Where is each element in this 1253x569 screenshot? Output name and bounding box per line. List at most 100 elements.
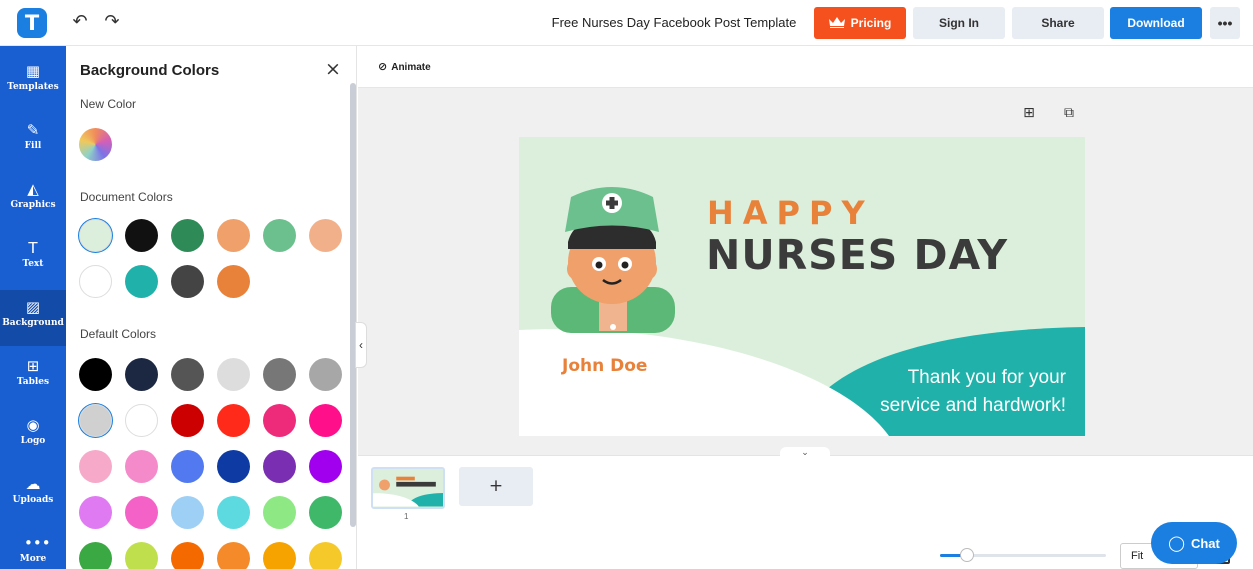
collapse-panel-button[interactable]: ‹ — [355, 322, 367, 368]
background-icon: ▨ — [25, 298, 41, 316]
duplicate-icon[interactable]: ⧉ — [1060, 104, 1078, 122]
editor-app: T ↶ ↷ Free Nurses Day Facebook Post Temp… — [0, 0, 1253, 569]
thank-you-line-2: service and hardwork! — [880, 395, 1066, 416]
color-swatch[interactable] — [79, 358, 112, 391]
color-swatch[interactable] — [217, 496, 250, 529]
color-swatch[interactable] — [125, 542, 158, 569]
color-swatch[interactable] — [217, 404, 250, 437]
logo-icon: ◉ — [26, 416, 40, 434]
color-swatch[interactable] — [217, 219, 250, 252]
color-swatch[interactable] — [125, 358, 158, 391]
crown-icon — [828, 17, 845, 28]
color-swatch[interactable] — [309, 450, 342, 483]
color-swatch[interactable] — [171, 358, 204, 391]
sidebar-item-label: Uploads — [12, 495, 54, 505]
sidebar-item-label: Background — [2, 318, 64, 328]
page-thumbnail[interactable] — [371, 467, 445, 509]
color-swatch[interactable] — [171, 404, 204, 437]
document-colors-label: Document Colors — [80, 190, 173, 204]
color-swatch[interactable] — [309, 496, 342, 529]
color-swatch[interactable] — [79, 219, 112, 252]
templates-icon: ▦ — [25, 62, 41, 80]
redo-icon[interactable]: ↷ — [101, 9, 123, 35]
upload-icon: ☁ — [25, 475, 41, 493]
close-icon[interactable]: × — [322, 58, 344, 80]
headline-happy[interactable]: HAPPY — [707, 194, 874, 232]
color-swatch[interactable] — [309, 219, 342, 252]
color-swatch[interactable] — [263, 358, 296, 391]
color-swatch[interactable] — [125, 404, 158, 437]
name-text[interactable]: John Doe — [562, 356, 647, 376]
color-swatch[interactable] — [125, 450, 158, 483]
more-icon: ••• — [24, 534, 51, 552]
sign-in-button[interactable]: Sign In — [913, 7, 1005, 39]
chat-button[interactable]: ◯ Chat — [1151, 522, 1237, 564]
color-swatch[interactable] — [217, 358, 250, 391]
pricing-button[interactable]: Pricing — [814, 7, 906, 39]
color-swatch[interactable] — [263, 542, 296, 569]
color-swatch[interactable] — [171, 219, 204, 252]
sidebar-item-uploads[interactable]: ☁ Uploads — [0, 467, 66, 523]
color-swatch[interactable] — [171, 450, 204, 483]
sidebar-item-label: Graphics — [10, 200, 56, 210]
new-color-picker[interactable] — [79, 128, 112, 161]
color-swatch[interactable] — [263, 404, 296, 437]
logo-icon[interactable]: T — [17, 8, 47, 38]
animate-button[interactable]: ⊘ Animate — [378, 60, 431, 73]
color-swatch[interactable] — [171, 265, 204, 298]
color-swatch[interactable] — [217, 542, 250, 569]
chevron-down-icon[interactable]: ⌄ — [780, 447, 830, 459]
color-swatch[interactable] — [309, 404, 342, 437]
default-colors-label: Default Colors — [80, 327, 157, 341]
panel-scrollbar[interactable] — [350, 83, 356, 527]
sidebar-item-label: Templates — [7, 82, 59, 92]
sidebar-item-fill[interactable]: ✎ Fill — [0, 113, 66, 169]
undo-icon[interactable]: ↶ — [69, 9, 91, 35]
sidebar-item-label: Text — [22, 259, 44, 269]
headline-nurses-day[interactable]: NURSES DAY — [706, 231, 1008, 279]
color-swatch[interactable] — [125, 265, 158, 298]
nurse-illustration — [551, 187, 675, 333]
color-swatch[interactable] — [217, 265, 250, 298]
sidebar-item-more[interactable]: ••• More — [0, 526, 66, 569]
zoom-slider-handle[interactable] — [960, 548, 974, 562]
color-swatch[interactable] — [217, 450, 250, 483]
color-swatch[interactable] — [309, 542, 342, 569]
text-icon: T — [28, 239, 38, 257]
add-page-button[interactable]: + — [459, 467, 533, 506]
color-swatch[interactable] — [125, 496, 158, 529]
color-swatch[interactable] — [125, 219, 158, 252]
shapes-icon: ◭ — [27, 180, 39, 198]
color-swatch[interactable] — [79, 542, 112, 569]
color-swatch[interactable] — [79, 450, 112, 483]
download-button[interactable]: Download — [1110, 7, 1202, 39]
sidebar-item-background[interactable]: ▨ Background — [0, 290, 66, 346]
sidebar-item-label: Fill — [24, 141, 42, 151]
color-swatch[interactable] — [263, 219, 296, 252]
color-swatch[interactable] — [171, 496, 204, 529]
left-sidebar: ▦ Templates ✎ Fill ◭ Graphics T Text ▨ B… — [0, 46, 66, 569]
sidebar-item-text[interactable]: T Text — [0, 231, 66, 287]
add-page-icon[interactable]: ⊞ — [1020, 104, 1038, 122]
more-options-button[interactable]: ••• — [1210, 7, 1240, 39]
color-swatch[interactable] — [263, 496, 296, 529]
color-swatch[interactable] — [79, 496, 112, 529]
page-number: 1 — [404, 512, 409, 521]
document-title[interactable]: Free Nurses Day Facebook Post Template — [540, 15, 808, 30]
sidebar-item-label: More — [19, 554, 47, 564]
animate-icon: ⊘ — [378, 60, 388, 73]
sidebar-item-graphics[interactable]: ◭ Graphics — [0, 172, 66, 228]
sidebar-item-tables[interactable]: ⊞ Tables — [0, 349, 66, 405]
sidebar-item-logo[interactable]: ◉ Logo — [0, 408, 66, 464]
color-swatch[interactable] — [79, 265, 112, 298]
table-icon: ⊞ — [26, 357, 40, 375]
share-button[interactable]: Share — [1012, 7, 1104, 39]
sidebar-item-templates[interactable]: ▦ Templates — [0, 54, 66, 110]
chat-bubble-icon: ◯ — [1168, 534, 1185, 552]
color-swatch[interactable] — [263, 450, 296, 483]
color-swatch[interactable] — [171, 542, 204, 569]
color-swatch[interactable] — [79, 404, 112, 437]
new-color-label: New Color — [80, 97, 137, 111]
thank-you-text[interactable]: Thank you for your service and hardwork! — [850, 364, 1066, 420]
color-swatch[interactable] — [309, 358, 342, 391]
